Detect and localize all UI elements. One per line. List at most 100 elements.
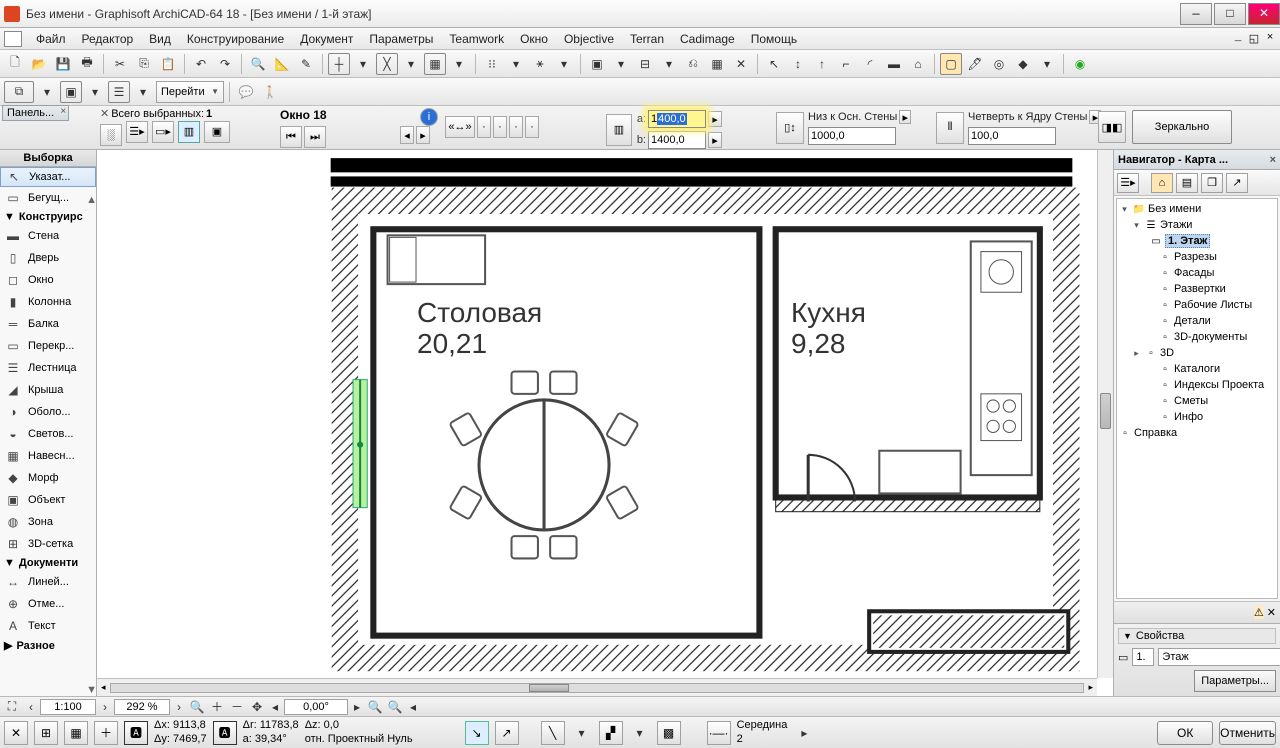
mdi-restore[interactable]: ◱ (1246, 32, 1262, 46)
record-icon[interactable]: ◉ (1069, 53, 1091, 75)
maximize-button[interactable]: □ (1214, 3, 1246, 25)
plane-icon[interactable]: ▭▸ (152, 121, 174, 143)
print-icon[interactable]: 🖶 (76, 53, 98, 75)
selcount-close-icon[interactable]: ✕ (100, 107, 109, 120)
tool-3[interactable]: ▮Колонна (0, 291, 96, 313)
snap-grid-icon[interactable]: ▦ (424, 53, 446, 75)
zoom-in-icon[interactable]: ＋ (208, 699, 226, 715)
cursor-icon[interactable]: ↖ (763, 53, 785, 75)
copy-icon[interactable]: ⎘ (133, 53, 155, 75)
params-button[interactable]: Параметры... (1194, 670, 1276, 692)
prev-first-icon[interactable]: ⏮ (280, 126, 302, 148)
polar-btn-icon[interactable]: 🅰 (213, 721, 237, 745)
dd-arrow2-icon[interactable]: ▾ (553, 53, 575, 75)
quick-options-icon[interactable]: ⛶ (2, 699, 22, 715)
nav-node-1[interactable]: ▫Фасады (1117, 265, 1277, 281)
dd-arrow5-icon[interactable]: ▾ (1036, 53, 1058, 75)
floor-name-field[interactable] (1158, 648, 1280, 666)
menu-параметры[interactable]: Параметры (361, 29, 441, 49)
story-icon[interactable]: ▣ (204, 121, 230, 143)
tool-5[interactable]: ▭Перекр... (0, 335, 96, 357)
nav-node-6[interactable]: ▸▫3D (1117, 345, 1277, 361)
ungroup-icon[interactable]: ✕ (730, 53, 752, 75)
snap-dd2-icon[interactable]: ▾ (629, 722, 651, 744)
drawing-canvas[interactable]: Столовая 20,21 Кухня 9,28 ◂ ▸ (97, 150, 1114, 696)
tool-10[interactable]: ▦Навесн... (0, 445, 96, 467)
mirror-icon[interactable]: ◨◧ (1098, 111, 1126, 143)
tool-13[interactable]: ◍Зона (0, 511, 96, 533)
nav-props-header[interactable]: ▼Свойства (1118, 628, 1276, 644)
nav-node-4[interactable]: ▫Детали (1117, 313, 1277, 329)
story-down-icon[interactable]: ‹ (24, 699, 38, 715)
speech-icon[interactable]: 💬 (235, 81, 257, 103)
goto-dropdown[interactable]: Перейти ▼ (156, 81, 224, 103)
nav-node-5[interactable]: ▫3D-документы (1117, 329, 1277, 345)
snap2-icon[interactable]: ▞ (599, 721, 623, 745)
save-file-icon[interactable]: 💾 (52, 53, 74, 75)
flip-h-icon[interactable]: ◂ (400, 126, 414, 144)
display-3d-icon[interactable]: ▢ (940, 53, 962, 75)
menu-teamwork[interactable]: Teamwork (441, 29, 512, 49)
guide2-icon[interactable]: ↗ (495, 721, 519, 745)
zoom-field[interactable]: 292 % (114, 699, 170, 715)
mini4-icon[interactable]: · (525, 116, 539, 138)
next-last-icon[interactable]: ⏭ (304, 126, 326, 148)
align-icon[interactable]: ↑ (811, 53, 833, 75)
zoom-next-icon[interactable]: › (172, 699, 186, 715)
tool-6[interactable]: ☰Лестница (0, 357, 96, 379)
tool2-0[interactable]: ↔Линей... (0, 571, 96, 593)
nav-popup-icon[interactable]: ☰▸ (1117, 173, 1139, 193)
menu-конструирование[interactable]: Конструирование (179, 29, 292, 49)
redo-icon[interactable]: ↷ (214, 53, 236, 75)
open-file-icon[interactable]: 📂 (28, 53, 50, 75)
tool-marquee[interactable]: ▭ Бегущ... (0, 187, 96, 209)
world-icon[interactable]: ◎ (988, 53, 1010, 75)
navigator-tree[interactable]: ▾📁Без имени ▾☰Этажи ▭1. Этаж ▫Разрезы▫Фа… (1116, 198, 1278, 599)
floor-id-field[interactable] (1132, 648, 1154, 666)
nav-node-8[interactable]: ▫Индексы Проекта (1117, 377, 1277, 393)
tool2-1[interactable]: ⊕Отме... (0, 593, 96, 615)
tool-9[interactable]: ◒Светов... (0, 423, 96, 445)
mdi-minimize[interactable]: _ (1230, 32, 1246, 46)
paste-icon[interactable]: 📋 (157, 53, 179, 75)
mirror-button[interactable]: Зеркально (1132, 110, 1232, 144)
dd-arrow3-icon[interactable]: ▾ (610, 53, 632, 75)
undo-icon[interactable]: ↶ (190, 53, 212, 75)
panel-tab[interactable]: Панель... × (2, 105, 69, 121)
dim-mode-icon[interactable]: «↔» (445, 116, 475, 138)
tool-2[interactable]: ◻Окно (0, 269, 96, 291)
ruler-scroll-icon[interactable]: ░ (100, 124, 122, 146)
walk-icon[interactable]: 🚶 (259, 81, 281, 103)
dim-a-arrow-icon[interactable]: ▸ (708, 111, 722, 127)
render-icon[interactable]: ◆ (1012, 53, 1034, 75)
ruler-icon[interactable]: ↕ (787, 53, 809, 75)
dd-view-icon[interactable]: ▾ (84, 81, 106, 103)
tool-7[interactable]: ◢Крыша (0, 379, 96, 401)
orbit2-icon[interactable]: 🔍 (386, 699, 404, 715)
nav-node-3[interactable]: ▫Рабочие Листы (1117, 297, 1277, 313)
grid-dots-icon[interactable]: ⁝⁝ (481, 53, 503, 75)
tool-4[interactable]: ═Балка (0, 313, 96, 335)
snap-corner-icon[interactable]: ╳ (376, 53, 398, 75)
nav-publisher-icon[interactable]: ↗ (1226, 173, 1248, 193)
gridsnap-icon[interactable]: ▦ (64, 721, 88, 745)
menu-файл[interactable]: Файл (28, 29, 74, 49)
dd-arrow-icon[interactable]: ▾ (505, 53, 527, 75)
snap-arrow2-icon[interactable]: ▾ (400, 53, 422, 75)
control-menu-icon[interactable] (4, 31, 22, 47)
menu-редактор[interactable]: Редактор (74, 29, 142, 49)
tool-11[interactable]: ◆Морф (0, 467, 96, 489)
marker-icon[interactable]: 🖊 (964, 53, 986, 75)
suspend-group-icon[interactable]: ⊟ (634, 53, 656, 75)
nav-node-2[interactable]: ▫Развертки (1117, 281, 1277, 297)
snap-dd3-icon[interactable]: ▸ (793, 722, 815, 744)
dd-layout-icon[interactable]: ▾ (36, 81, 58, 103)
snap-dd-icon[interactable]: ▾ (571, 722, 593, 744)
snap-mid-icon[interactable]: ·—· (707, 721, 731, 745)
menu-cadimage[interactable]: Cadimage (672, 29, 743, 49)
cut-icon[interactable]: ✂ (109, 53, 131, 75)
grid-icon[interactable]: ▦ (706, 53, 728, 75)
mdi-close[interactable]: × (1262, 32, 1278, 46)
dd-arrow4-icon[interactable]: ▾ (658, 53, 680, 75)
orbit1-icon[interactable]: 🔍 (366, 699, 384, 715)
